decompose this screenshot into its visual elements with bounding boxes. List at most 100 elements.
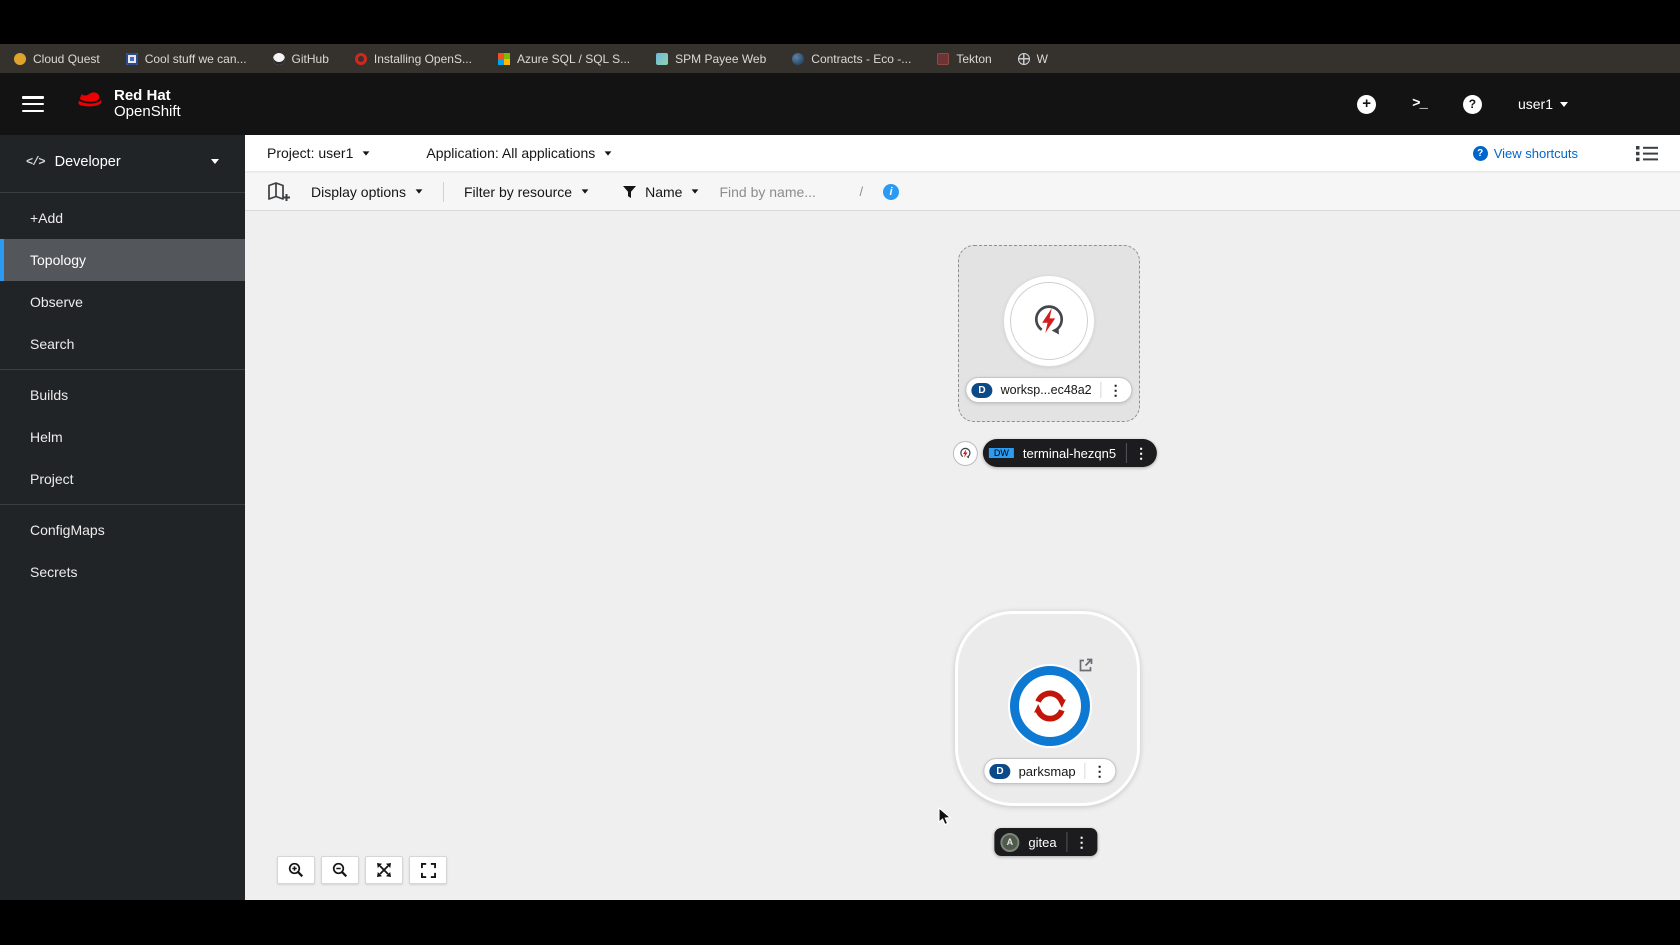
zoom-in-button[interactable] (277, 856, 315, 884)
terminal-node-row: DW terminal-hezqn5 ⋮ (952, 439, 1158, 467)
terminal-node[interactable] (952, 440, 978, 466)
globe-icon (1017, 52, 1030, 65)
project-selector[interactable]: Project: user1 (267, 145, 370, 161)
fullscreen-button[interactable] (409, 856, 447, 884)
application-badge: A (1000, 832, 1020, 852)
sidebar-item-project[interactable]: Project (0, 458, 245, 500)
bookmark-label: W (1036, 51, 1048, 66)
chevron-down-icon (692, 189, 699, 194)
chevron-down-icon (415, 189, 423, 194)
bookmark-favicon (125, 52, 138, 65)
bookmark-favicon (656, 52, 669, 65)
topology-canvas[interactable]: D worksp...ec48a2 ⋮ DW terminal-hezqn5 ⋮… (245, 211, 1680, 900)
find-by-name-input[interactable] (719, 183, 840, 200)
help-icon[interactable]: ? (1462, 94, 1482, 114)
bookmark-label: GitHub (291, 51, 329, 66)
display-options-dropdown[interactable]: Display options (311, 184, 423, 200)
application-selector-label: Application: All applications (426, 145, 596, 161)
export-topology-icon[interactable] (267, 181, 291, 202)
main-area: Project: user1 Application: All applicat… (245, 135, 1680, 900)
name-filter-label: Name (645, 183, 683, 200)
bookmark-tekton[interactable]: Tekton (937, 52, 992, 66)
github-icon (272, 52, 285, 65)
kebab-menu-icon[interactable]: ⋮ (1102, 382, 1130, 399)
bookmark-cloud-quest[interactable]: Cloud Quest (14, 52, 100, 66)
name-filter-dropdown[interactable]: Name (623, 184, 699, 200)
bookmark-label: Azure SQL / SQL S... (516, 51, 631, 66)
bookmark-favicon (937, 52, 950, 65)
sidebar: </> Developer +Add Topology Observe Sear… (0, 135, 245, 900)
question-circle-icon: ? (1472, 145, 1488, 161)
view-shortcuts-link[interactable]: ? View shortcuts (1472, 145, 1578, 161)
sidebar-item-observe[interactable]: Observe (0, 281, 245, 323)
parksmap-node-label[interactable]: D parksmap ⋮ (983, 758, 1117, 784)
filter-by-resource-dropdown[interactable]: Filter by resource (464, 184, 589, 200)
brand-line1: Red Hat (114, 86, 171, 104)
bookmark-favicon (354, 52, 367, 65)
bookmark-label: SPM Payee Web (675, 51, 767, 66)
bookmark-label: Cool stuff we can... (144, 51, 247, 66)
sidebar-item-configmaps[interactable]: ConfigMaps (0, 509, 245, 551)
parksmap-node[interactable] (1010, 666, 1090, 746)
redhat-fedora-icon (72, 90, 105, 118)
list-view-toggle-icon[interactable] (1636, 145, 1658, 162)
devworkspace-badge: DW (988, 448, 1014, 458)
sidebar-item-search[interactable]: Search (0, 323, 245, 365)
zoom-out-button[interactable] (321, 856, 359, 884)
sidebar-item-topology[interactable]: Topology (0, 239, 245, 281)
user-menu[interactable]: user1 (1518, 96, 1568, 112)
chevron-down-icon (1560, 101, 1568, 107)
workspace-name: worksp...ec48a2 (1000, 383, 1092, 397)
web-terminal-icon[interactable]: >_ (1412, 96, 1428, 112)
mouse-cursor (938, 806, 955, 831)
kebab-menu-icon[interactable]: ⋮ (1127, 445, 1155, 462)
bookmark-spm-payee[interactable]: SPM Payee Web (656, 52, 766, 66)
open-url-icon[interactable] (1078, 657, 1094, 678)
browser-bookmarks-bar: Cloud Quest Cool stuff we can... GitHub … (0, 44, 1680, 73)
kebab-menu-icon[interactable]: ⋮ (1086, 763, 1114, 780)
context-bar: Project: user1 Application: All applicat… (245, 135, 1680, 172)
bookmark-contracts[interactable]: Contracts - Eco -... (792, 52, 911, 66)
developer-code-icon: </> (26, 154, 46, 169)
perspective-switcher[interactable]: </> Developer (0, 135, 245, 188)
letterbox-top (0, 0, 1680, 44)
divider (442, 181, 444, 202)
fit-to-screen-button[interactable] (365, 856, 403, 884)
bookmark-favicon (792, 52, 805, 65)
chevron-down-icon (581, 189, 589, 194)
slash-shortcut-hint: / (859, 184, 864, 199)
kebab-menu-icon[interactable]: ⋮ (1068, 834, 1096, 851)
sidebar-item-secrets[interactable]: Secrets (0, 551, 245, 593)
brand-logo[interactable]: Red Hat OpenShift (72, 86, 181, 121)
gitea-application-label[interactable]: A gitea ⋮ (994, 828, 1098, 856)
application-selector[interactable]: Application: All applications (426, 145, 612, 161)
bookmark-label: Installing OpenS... (373, 51, 472, 66)
chevron-down-icon (362, 150, 370, 156)
bookmark-w[interactable]: W (1017, 51, 1048, 66)
parksmap-name: parksmap (1018, 763, 1076, 779)
funnel-icon (623, 185, 637, 198)
sidebar-item-builds[interactable]: Builds (0, 374, 245, 416)
gitea-name: gitea (1028, 834, 1057, 850)
workspace-node[interactable] (1004, 276, 1094, 366)
terminal-node-label[interactable]: DW terminal-hezqn5 ⋮ (982, 439, 1158, 467)
bookmark-cool-stuff[interactable]: Cool stuff we can... (125, 51, 247, 66)
import-plus-icon[interactable]: + (1357, 94, 1377, 114)
bookmark-label: Contracts - Eco -... (811, 51, 912, 66)
sidebar-item-add[interactable]: +Add (0, 197, 245, 239)
bookmark-installing-openshift[interactable]: Installing OpenS... (354, 51, 472, 66)
nav-toggle-icon[interactable] (22, 96, 44, 112)
chevron-down-icon (604, 150, 612, 156)
bookmark-github[interactable]: GitHub (272, 51, 329, 66)
sidebar-item-helm[interactable]: Helm (0, 416, 245, 458)
canvas-controls (277, 856, 447, 884)
rolling-update-icon (1028, 684, 1072, 728)
bookmark-azure-sql[interactable]: Azure SQL / SQL S... (497, 51, 631, 66)
brand-line2: OpenShift (114, 103, 181, 120)
view-shortcuts-label: View shortcuts (1493, 145, 1578, 161)
filter-toolbar: Display options Filter by resource Name … (245, 173, 1680, 211)
filter-by-resource-label: Filter by resource (463, 183, 573, 200)
info-icon[interactable]: i (883, 183, 900, 200)
workspace-node-label[interactable]: D worksp...ec48a2 ⋮ (965, 377, 1133, 403)
divider (0, 369, 245, 370)
